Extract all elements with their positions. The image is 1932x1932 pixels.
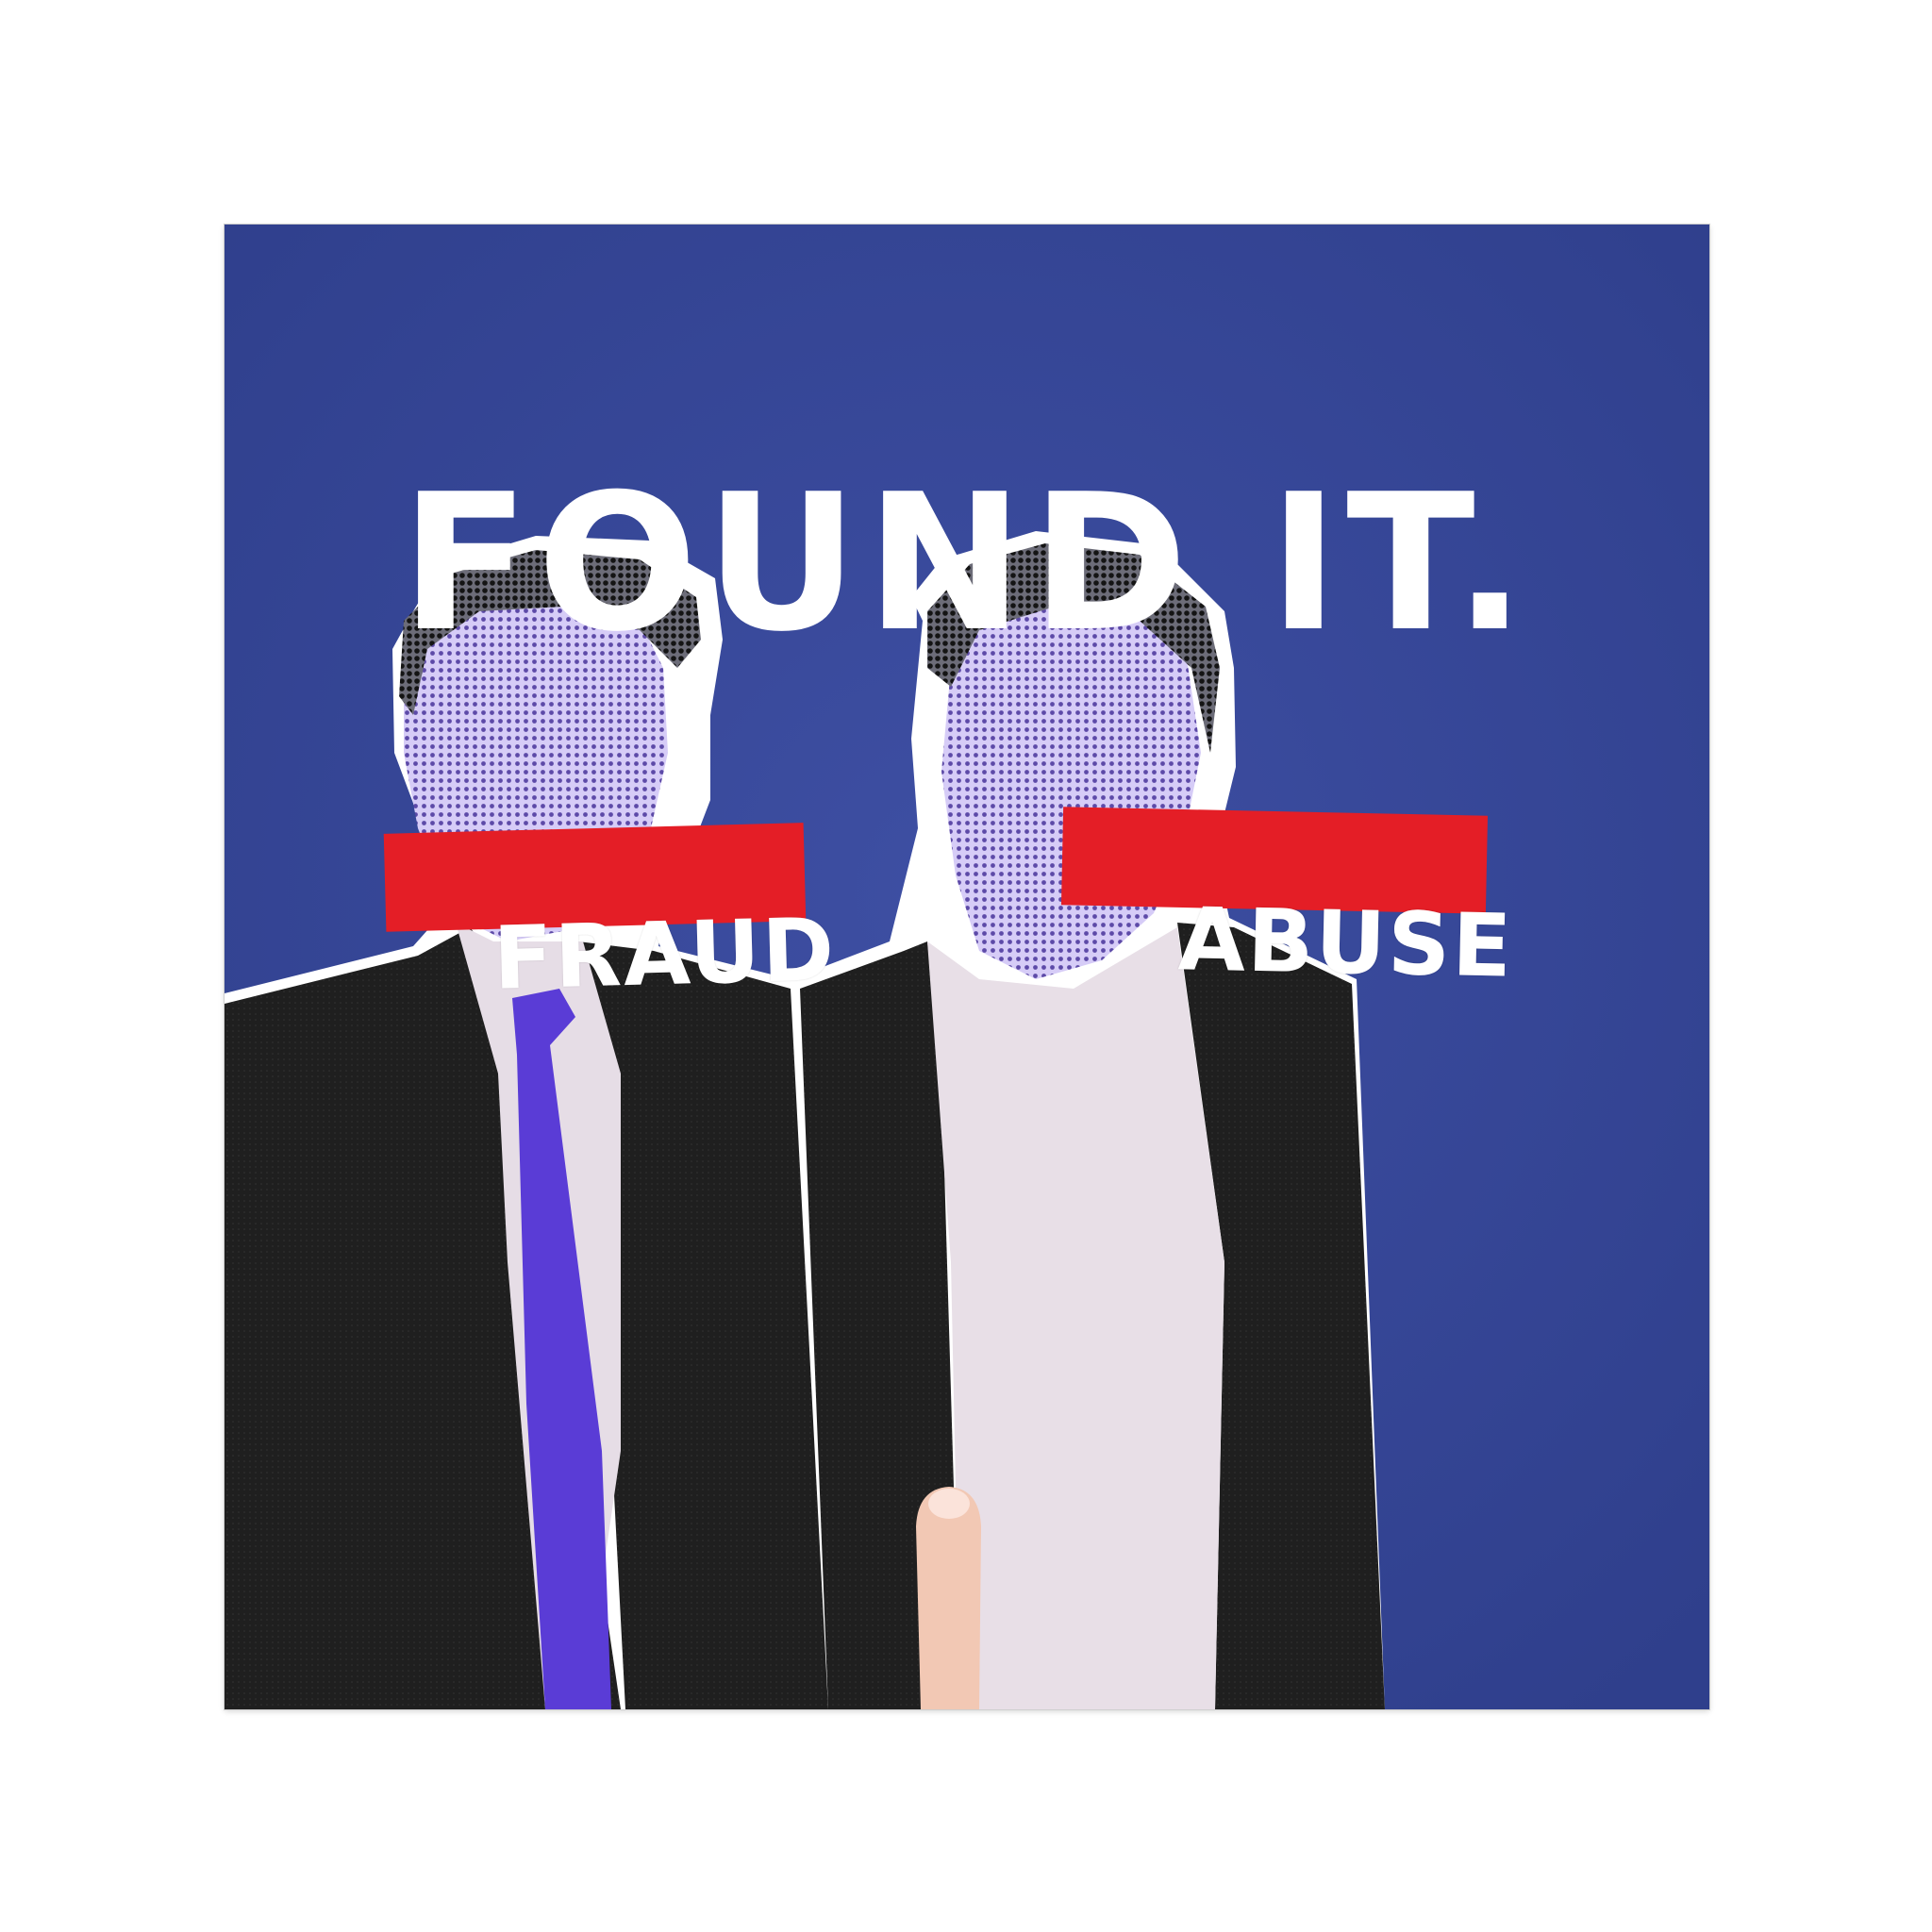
finger-graphic bbox=[916, 1487, 981, 1709]
headline: FOUND IT. bbox=[400, 454, 1534, 674]
censor-label-fraud: FRAUD bbox=[491, 899, 838, 1009]
sticker-card: FOUND IT. FRAUD ABUSE bbox=[225, 225, 1709, 1709]
censor-label-abuse: ABUSE bbox=[1176, 889, 1515, 997]
